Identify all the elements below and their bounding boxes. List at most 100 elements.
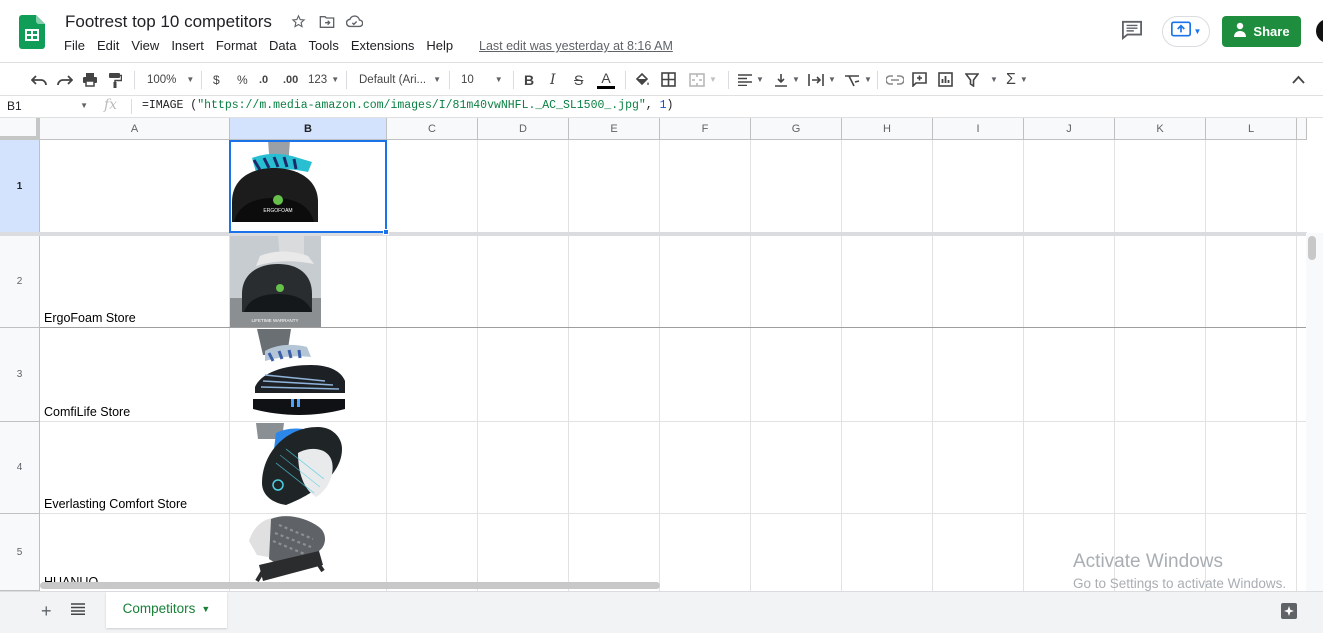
move-folder-icon[interactable] xyxy=(317,12,336,31)
column-header-j[interactable]: J xyxy=(1024,118,1115,140)
star-icon[interactable] xyxy=(289,12,308,31)
present-icon xyxy=(1170,21,1191,42)
row-header-3[interactable]: 3 xyxy=(0,328,40,422)
functions-icon[interactable]: Σ ▼ xyxy=(1006,63,1028,96)
strikethrough-icon[interactable]: S xyxy=(574,63,583,96)
font-family-value: Default (Ari... xyxy=(359,73,427,86)
format-currency-button[interactable]: $ xyxy=(213,63,220,96)
insert-link-icon[interactable] xyxy=(886,63,904,96)
chevron-down-icon[interactable]: ▼ xyxy=(201,604,210,614)
column-header-d[interactable]: D xyxy=(478,118,569,140)
column-header-f[interactable]: F xyxy=(660,118,751,140)
sheet-tab-competitors[interactable]: Competitors ▼ xyxy=(106,592,227,628)
row-header-4[interactable]: 4 xyxy=(0,422,40,514)
comment-history-icon[interactable] xyxy=(1121,20,1145,42)
menu-view[interactable]: View xyxy=(131,38,159,53)
text-color-icon[interactable]: A xyxy=(597,63,615,96)
product-image-b2[interactable]: LIFETIME WARRANTY xyxy=(230,236,321,327)
chevron-down-icon: ▼ xyxy=(1193,27,1202,36)
fx-icon: fx xyxy=(104,97,118,113)
vertical-scrollbar[interactable] xyxy=(1306,233,1323,591)
name-box-value: B1 xyxy=(7,99,22,113)
sheet-grid[interactable]: A B C D E F G H I J K L 1 2 3 4 5 ErgoFo… xyxy=(0,118,1323,591)
merge-cells-icon[interactable]: ▼ xyxy=(689,63,717,96)
insert-chart-icon[interactable] xyxy=(938,63,953,96)
column-header-h[interactable]: H xyxy=(842,118,933,140)
italic-icon[interactable]: I xyxy=(550,63,556,96)
last-edit-link[interactable]: Last edit was yesterday at 8:16 AM xyxy=(479,39,673,53)
paint-format-icon[interactable] xyxy=(108,63,122,96)
column-header-c[interactable]: C xyxy=(387,118,478,140)
cell-a4[interactable]: Everlasting Comfort Store xyxy=(44,497,187,511)
activate-windows-title: Activate Windows xyxy=(1073,551,1223,572)
column-header-k[interactable]: K xyxy=(1115,118,1206,140)
redo-icon[interactable] xyxy=(57,63,73,96)
share-button[interactable]: Share xyxy=(1222,16,1301,47)
add-sheet-icon[interactable]: + xyxy=(41,601,52,622)
horizontal-scrollbar-thumb[interactable] xyxy=(40,582,660,589)
vertical-scrollbar-thumb[interactable] xyxy=(1308,236,1316,260)
column-header-l[interactable]: L xyxy=(1206,118,1297,140)
vertical-align-icon[interactable]: ▼ xyxy=(774,63,800,96)
borders-icon[interactable] xyxy=(661,63,676,96)
column-header-b[interactable]: B xyxy=(230,118,387,140)
row-header-2[interactable]: 2 xyxy=(0,236,40,328)
chevron-down-icon: ▼ xyxy=(1019,75,1028,84)
row-header-1[interactable]: 1 xyxy=(0,140,40,233)
format-percent-button[interactable]: % xyxy=(237,63,248,96)
fill-handle[interactable] xyxy=(383,229,389,235)
decrease-decimal-button[interactable]: .0 xyxy=(259,63,268,96)
menu-help[interactable]: Help xyxy=(426,38,453,53)
column-header-g[interactable]: G xyxy=(751,118,842,140)
cloud-status-icon[interactable] xyxy=(345,12,364,31)
text-rotation-icon[interactable]: ▼ xyxy=(844,63,872,96)
product-image-b3[interactable] xyxy=(247,329,351,419)
spreadsheet-app: Footrest top 10 competitors File Edit Vi… xyxy=(0,0,1323,633)
horizontal-align-icon[interactable]: ▼ xyxy=(738,63,764,96)
column-header-i[interactable]: I xyxy=(933,118,1024,140)
row-header-5[interactable]: 5 xyxy=(0,514,40,591)
menu-extensions[interactable]: Extensions xyxy=(351,38,415,53)
all-sheets-icon[interactable] xyxy=(71,602,85,620)
formula-input[interactable]: =IMAGE ("https://m.media-amazon.com/imag… xyxy=(142,99,673,112)
print-icon[interactable] xyxy=(82,63,98,96)
menu-file[interactable]: File xyxy=(64,38,85,53)
font-family-select[interactable]: Default (Ari... ▼ xyxy=(359,63,441,96)
menu-format[interactable]: Format xyxy=(216,38,257,53)
select-all-corner[interactable] xyxy=(0,118,40,140)
menu-data[interactable]: Data xyxy=(269,38,296,53)
name-box[interactable]: B1 ▼ xyxy=(7,99,92,113)
hide-menus-icon[interactable] xyxy=(1292,63,1305,96)
menu-tools[interactable]: Tools xyxy=(308,38,338,53)
column-header-a[interactable]: A xyxy=(40,118,230,140)
sheets-logo-icon[interactable] xyxy=(19,15,45,49)
fill-color-icon[interactable] xyxy=(634,63,650,96)
more-formats-button[interactable]: 123 ▼ xyxy=(308,63,339,96)
undo-icon[interactable] xyxy=(31,63,47,96)
bold-icon[interactable]: B xyxy=(524,63,534,96)
cell-a2[interactable]: ErgoFoam Store xyxy=(44,311,136,325)
formula-close: ) xyxy=(666,99,674,112)
menu-insert[interactable]: Insert xyxy=(171,38,204,53)
zoom-select[interactable]: 100% ▼ xyxy=(147,63,194,96)
product-image-b4[interactable] xyxy=(256,423,346,511)
column-header-m[interactable] xyxy=(1297,118,1307,140)
font-size-select[interactable]: 10 ▼ xyxy=(461,63,503,96)
freeze-bar[interactable] xyxy=(0,232,1307,236)
insert-comment-icon[interactable] xyxy=(912,63,927,96)
menu-edit[interactable]: Edit xyxy=(97,38,119,53)
filter-icon[interactable] xyxy=(965,63,979,96)
explore-icon[interactable] xyxy=(1280,602,1298,620)
column-header-e[interactable]: E xyxy=(569,118,660,140)
text-wrapping-icon[interactable]: ▼ xyxy=(808,63,836,96)
product-image-b5[interactable] xyxy=(249,515,332,583)
filter-views-dropdown[interactable]: ▼ xyxy=(986,63,998,96)
selected-cell-b1[interactable] xyxy=(229,140,387,233)
present-button[interactable]: ▼ xyxy=(1162,16,1210,47)
account-avatar[interactable] xyxy=(1316,19,1323,43)
header: Footrest top 10 competitors File Edit Vi… xyxy=(0,0,1323,62)
formula-separator: , xyxy=(645,99,660,112)
increase-decimal-button[interactable]: .00 xyxy=(283,63,298,96)
cell-a3[interactable]: ComfiLife Store xyxy=(44,405,130,419)
document-title[interactable]: Footrest top 10 competitors xyxy=(65,12,272,32)
